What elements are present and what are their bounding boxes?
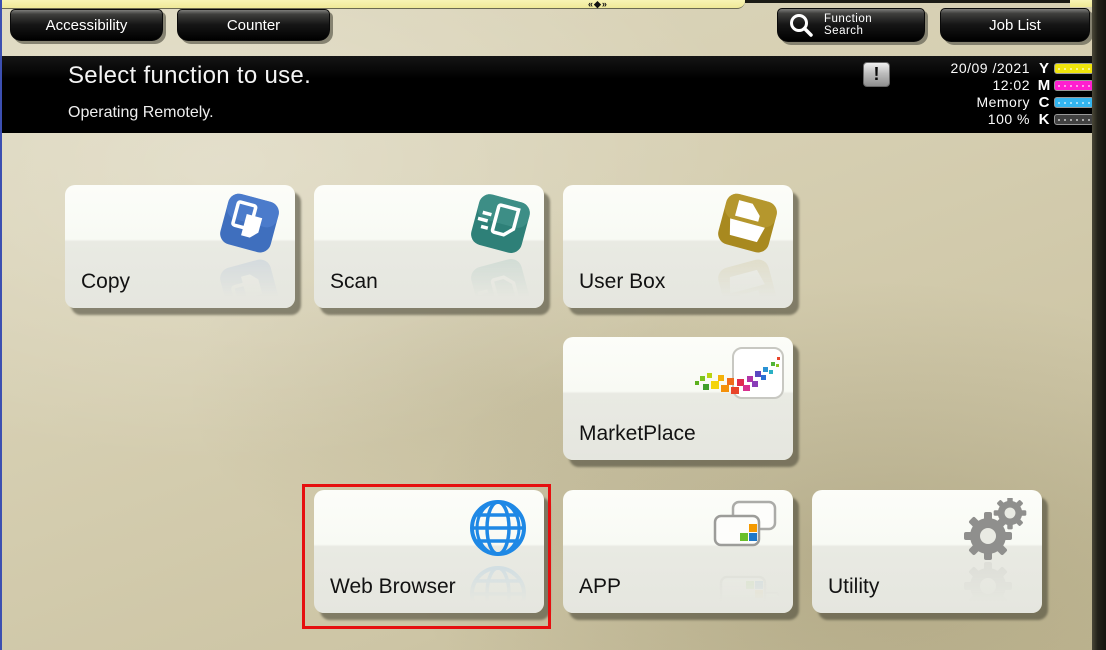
toner-row-cyan: C: [1034, 94, 1094, 111]
scan-tile[interactable]: Scan: [314, 185, 544, 308]
counter-button[interactable]: Counter: [177, 9, 330, 41]
date-readout: 20/09 /2021: [951, 60, 1030, 77]
top-strip-dark-gap: [745, 0, 1075, 3]
search-icon: [788, 12, 814, 38]
memory-value: 100 %: [951, 111, 1030, 128]
utility-tile[interactable]: Utility: [812, 490, 1042, 613]
marketplace-tile[interactable]: MarketPlace: [563, 337, 793, 460]
user-box-icon: [708, 186, 786, 264]
marketplace-tile-label: MarketPlace: [579, 420, 696, 447]
toner-row-yellow: Y: [1034, 60, 1094, 77]
web-browser-tile[interactable]: Web Browser: [314, 490, 544, 613]
utility-tile-label: Utility: [828, 573, 879, 600]
function-search-label-line1: Function: [824, 13, 872, 25]
status-readouts: 20/09 /2021 12:02 Memory 100 %: [951, 60, 1030, 128]
user-box-icon-reflection: [715, 255, 779, 319]
remote-operation-status: Operating Remotely.: [68, 104, 214, 122]
toner-bar-black: [1054, 114, 1094, 125]
function-search-label-line2: Search: [824, 25, 872, 37]
web-browser-icon: [466, 498, 530, 562]
user-box-tile[interactable]: User Box: [563, 185, 793, 308]
memory-label: Memory: [951, 94, 1030, 111]
toner-row-magenta: M: [1034, 77, 1094, 94]
app-tile-label: APP: [579, 573, 621, 600]
toner-bar-cyan: [1054, 97, 1094, 108]
app-icon: [709, 498, 779, 558]
function-search-button[interactable]: Function Search: [777, 8, 925, 42]
web-browser-icon-reflection: [466, 560, 530, 624]
warning-icon[interactable]: !: [863, 62, 890, 87]
scan-icon-reflection: [466, 255, 530, 319]
status-header: Select function to use. Operating Remote…: [0, 56, 1106, 133]
toner-bar-magenta: [1054, 80, 1094, 91]
copy-icon-reflection: [217, 255, 281, 319]
counter-label: Counter: [227, 17, 280, 34]
accessibility-label: Accessibility: [46, 17, 128, 34]
scroll-indicator-icon: «◆»: [588, 0, 608, 9]
mfp-home-screen: «◆» Accessibility Counter Function Searc…: [0, 0, 1106, 650]
job-list-button[interactable]: Job List: [940, 8, 1090, 42]
copy-tile[interactable]: Copy: [65, 185, 295, 308]
toner-row-black: K: [1034, 111, 1094, 128]
page-title: Select function to use.: [68, 62, 311, 90]
web-browser-tile-label: Web Browser: [330, 573, 456, 600]
top-strip: «◆»: [0, 0, 745, 9]
app-icon-reflection: [715, 560, 779, 624]
utility-icon: [964, 498, 1028, 562]
right-bezel: [1092, 0, 1106, 650]
user-box-tile-label: User Box: [579, 268, 665, 295]
utility-icon-reflection: [964, 560, 1028, 624]
app-tile[interactable]: APP: [563, 490, 793, 613]
marketplace-icon: [691, 343, 787, 407]
toner-bar-yellow: [1054, 63, 1094, 74]
accessibility-button[interactable]: Accessibility: [10, 9, 163, 41]
toner-gauges: Y M C K: [1034, 60, 1094, 128]
job-list-label: Job List: [989, 17, 1041, 34]
time-readout: 12:02: [951, 77, 1030, 94]
copy-icon: [210, 186, 288, 264]
scan-tile-label: Scan: [330, 268, 378, 295]
copy-tile-label: Copy: [81, 268, 130, 295]
left-edge-border: [0, 0, 2, 650]
scan-icon: [459, 186, 537, 264]
